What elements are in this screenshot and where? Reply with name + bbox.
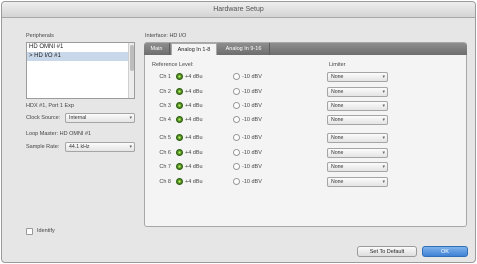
channel-label: Ch 2: [159, 89, 171, 95]
limiter-value: None: [331, 117, 344, 123]
loop-master-text: Loop Master: HD OMNI #1: [26, 131, 92, 137]
radio-plus4-ch7[interactable]: [176, 163, 183, 170]
limiter-value: None: [331, 135, 344, 141]
limiter-select-ch8[interactable]: None ▾: [327, 177, 388, 187]
chevron-down-icon: ▾: [382, 103, 385, 109]
limiter-value: None: [331, 74, 344, 80]
chevron-down-icon: ▾: [382, 179, 385, 185]
clock-source-label: Clock Source:: [26, 115, 61, 121]
radio-plus4-ch4[interactable]: [176, 116, 183, 123]
channel-label: Ch 4: [159, 117, 171, 123]
peripherals-list[interactable]: HD OMNI #1 > HD I/O #1: [26, 42, 135, 99]
limiter-select-ch7[interactable]: None ▾: [327, 162, 388, 172]
limiter-value: None: [331, 89, 344, 95]
option-minus10-label: -10 dBV: [242, 164, 262, 170]
limiter-select-ch6[interactable]: None ▾: [327, 148, 388, 158]
clock-source-select[interactable]: Internal ▾: [65, 113, 135, 123]
channel-label: Ch 1: [159, 74, 171, 80]
radio-minus10-ch7[interactable]: [233, 163, 240, 170]
chevron-down-icon: ▾: [129, 144, 132, 150]
option-plus4-label: +4 dBu: [185, 117, 203, 123]
option-plus4-label: +4 dBu: [185, 89, 203, 95]
channel-label: Ch 6: [159, 150, 171, 156]
radio-minus10-ch6[interactable]: [233, 149, 240, 156]
limiter-select-ch3[interactable]: None ▾: [327, 101, 388, 111]
option-plus4-label: +4 dBu: [185, 164, 203, 170]
radio-minus10-ch3[interactable]: [233, 102, 240, 109]
limiter-select-ch1[interactable]: None ▾: [327, 72, 388, 82]
radio-minus10-ch4[interactable]: [233, 116, 240, 123]
option-plus4-label: +4 dBu: [185, 103, 203, 109]
radio-plus4-ch3[interactable]: [176, 102, 183, 109]
tab-analog-in-1-8[interactable]: Analog In 1-8: [171, 43, 217, 55]
device-info: HDX #1, Port 1 Exp: [26, 103, 74, 109]
option-minus10-label: -10 dBV: [242, 74, 262, 80]
radio-plus4-ch1[interactable]: [176, 73, 183, 80]
clock-source-value: Internal: [69, 115, 87, 121]
sample-rate-label: Sample Rate:: [26, 144, 60, 150]
channel-label: Ch 7: [159, 164, 171, 170]
hardware-setup-window: Hardware Setup Peripherals HD OMNI #1 > …: [1, 1, 476, 263]
option-minus10-label: -10 dBV: [242, 117, 262, 123]
limiter-select-ch5[interactable]: None ▾: [327, 133, 388, 143]
limiter-value: None: [331, 164, 344, 170]
limiter-value: None: [331, 150, 344, 156]
sample-rate-value: 44.1 kHz: [69, 144, 90, 150]
limiter-select-ch2[interactable]: None ▾: [327, 87, 388, 97]
chevron-down-icon: ▾: [382, 135, 385, 141]
tab-bar: Main Analog In 1-8 Analog In 9-16: [144, 43, 467, 55]
option-minus10-label: -10 dBV: [242, 150, 262, 156]
chevron-down-icon: ▾: [382, 117, 385, 123]
tab-main[interactable]: Main: [144, 43, 170, 55]
ok-button[interactable]: OK: [422, 246, 468, 257]
peripheral-item-selected[interactable]: > HD I/O #1: [27, 52, 129, 61]
chevron-down-icon: ▾: [382, 89, 385, 95]
option-plus4-label: +4 dBu: [185, 135, 203, 141]
channel-label: Ch 3: [159, 103, 171, 109]
limiter-label: Limiter: [329, 62, 346, 68]
radio-plus4-ch8[interactable]: [176, 178, 183, 185]
option-plus4-label: +4 dBu: [185, 150, 203, 156]
chevron-down-icon: ▾: [129, 115, 132, 121]
channel-label: Ch 5: [159, 135, 171, 141]
option-minus10-label: -10 dBV: [242, 135, 262, 141]
radio-minus10-ch8[interactable]: [233, 178, 240, 185]
peripherals-label: Peripherals: [26, 33, 54, 39]
window-title: Hardware Setup: [2, 2, 475, 18]
set-to-default-button[interactable]: Set To Default: [357, 246, 417, 257]
interface-label: Interface: HD I/O: [145, 33, 187, 39]
limiter-select-ch4[interactable]: None ▾: [327, 115, 388, 125]
tab-analog-in-9-16[interactable]: Analog In 9-16: [218, 43, 270, 55]
option-minus10-label: -10 dBV: [242, 89, 262, 95]
option-minus10-label: -10 dBV: [242, 103, 262, 109]
chevron-down-icon: ▾: [382, 150, 385, 156]
option-plus4-label: +4 dBu: [185, 179, 203, 185]
limiter-value: None: [331, 179, 344, 185]
identify-checkbox[interactable]: [26, 228, 33, 235]
scrollbar-thumb[interactable]: [130, 45, 134, 71]
radio-plus4-ch2[interactable]: [176, 88, 183, 95]
limiter-value: None: [331, 103, 344, 109]
radio-minus10-ch1[interactable]: [233, 73, 240, 80]
peripherals-scrollbar[interactable]: [128, 43, 134, 98]
radio-plus4-ch5[interactable]: [176, 134, 183, 141]
identify-label: Identify: [37, 228, 55, 234]
chevron-down-icon: ▾: [382, 164, 385, 170]
radio-plus4-ch6[interactable]: [176, 149, 183, 156]
sample-rate-select[interactable]: 44.1 kHz ▾: [65, 142, 135, 152]
reference-level-label: Reference Level:: [152, 62, 194, 68]
option-minus10-label: -10 dBV: [242, 179, 262, 185]
option-plus4-label: +4 dBu: [185, 74, 203, 80]
radio-minus10-ch5[interactable]: [233, 134, 240, 141]
peripheral-item[interactable]: HD OMNI #1: [27, 43, 129, 52]
channel-label: Ch 8: [159, 179, 171, 185]
chevron-down-icon: ▾: [382, 74, 385, 80]
radio-minus10-ch2[interactable]: [233, 88, 240, 95]
